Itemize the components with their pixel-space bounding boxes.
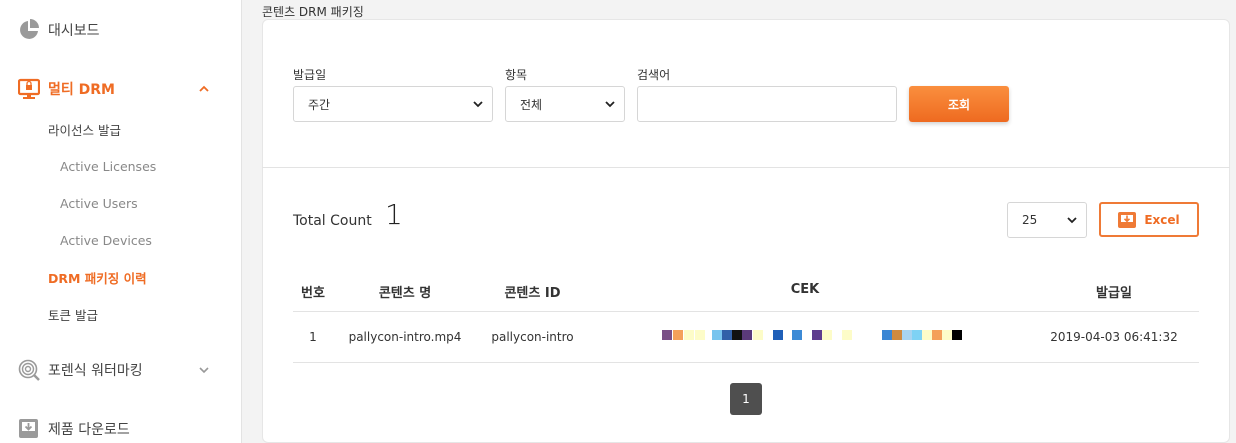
cek-mask-block xyxy=(902,330,912,340)
search-button[interactable]: 조회 xyxy=(909,86,1009,122)
sidebar-item-drm-packaging-history[interactable]: DRM 패키징 이력 xyxy=(0,263,242,291)
sidebar-item-label: 라이선스 발급 xyxy=(48,122,121,138)
chevron-down-icon xyxy=(473,101,483,108)
cek-mask-block xyxy=(912,330,922,340)
row-issued-date: 2019-04-03 06:41:32 xyxy=(1050,330,1178,344)
cek-mask-block xyxy=(662,330,672,340)
date-range-select[interactable]: 주간 xyxy=(293,86,493,122)
cek-mask-block xyxy=(892,330,902,340)
table-row-border xyxy=(293,362,1199,363)
sidebar-item-label: 멀티 DRM xyxy=(48,82,115,98)
cek-mask-block xyxy=(722,330,732,340)
chevron-down-icon xyxy=(605,101,615,108)
cek-mask-block xyxy=(792,330,802,340)
cek-mask-block xyxy=(732,330,742,340)
chevron-up-icon[interactable] xyxy=(198,83,210,95)
page-title: 콘텐츠 DRM 패키징 xyxy=(262,5,364,19)
row-number: 1 xyxy=(309,330,317,344)
excel-download-button[interactable]: Excel xyxy=(1099,202,1199,237)
item-select[interactable]: 전체 xyxy=(505,86,625,122)
sidebar: 대시보드 멀티 DRM 라이선스 발급 Active Licenses Acti… xyxy=(0,0,242,443)
pagination-page-button[interactable]: 1 xyxy=(730,383,762,415)
cek-mask-block xyxy=(922,330,932,340)
row-content-id: pallycon-intro xyxy=(491,330,574,344)
cek-mask-block xyxy=(932,330,942,340)
chevron-down-icon[interactable] xyxy=(198,364,210,376)
cek-mask-block xyxy=(753,330,763,340)
sidebar-item-label: DRM 패키징 이력 xyxy=(48,270,147,286)
cek-mask-block xyxy=(695,330,705,340)
cek-mask-block xyxy=(673,330,683,340)
sidebar-item-label: Active Devices xyxy=(60,232,152,248)
sidebar-item-active-licenses[interactable]: Active Licenses xyxy=(0,152,242,180)
cek-mask-block xyxy=(773,330,783,340)
total-count-value: 1 xyxy=(385,198,403,231)
column-header-content-name: 콘텐츠 명 xyxy=(378,286,432,301)
cek-mask-block xyxy=(952,330,962,340)
total-count-label: Total Count xyxy=(293,213,372,229)
pie-chart-icon xyxy=(20,19,39,39)
sidebar-item-label: Active Users xyxy=(60,195,138,211)
search-label: 검색어 xyxy=(637,68,671,82)
panel-divider xyxy=(262,167,1230,168)
cek-mask-block xyxy=(742,330,752,340)
date-filter-label: 발급일 xyxy=(293,68,327,82)
sidebar-item-active-devices[interactable]: Active Devices xyxy=(0,226,242,254)
cek-mask-block xyxy=(842,330,852,340)
download-box-icon xyxy=(19,419,38,438)
excel-button-label: Excel xyxy=(1144,212,1180,227)
item-value: 전체 xyxy=(520,97,543,112)
sidebar-item-token-issue[interactable]: 토큰 발급 xyxy=(0,300,242,328)
column-header-issued: 발급일 xyxy=(1096,286,1132,301)
sidebar-item-label: 토큰 발급 xyxy=(48,307,98,323)
search-input[interactable] xyxy=(637,86,897,122)
cek-mask-block xyxy=(812,330,822,340)
monitor-lock-icon xyxy=(18,78,40,99)
cek-mask-block xyxy=(822,330,832,340)
column-header-content-id: 콘텐츠 ID xyxy=(504,286,561,301)
table-header-border xyxy=(293,311,1199,312)
page-size-select[interactable]: 25 xyxy=(1007,202,1087,238)
page-size-value: 25 xyxy=(1022,213,1038,227)
item-filter-label: 항목 xyxy=(505,68,528,82)
row-content-name: pallycon-intro.mp4 xyxy=(348,330,462,344)
sidebar-item-multi-drm[interactable]: 멀티 DRM xyxy=(0,69,242,109)
fingerprint-icon xyxy=(18,359,40,381)
chevron-down-icon xyxy=(1067,217,1077,224)
cek-mask-block xyxy=(942,330,952,340)
column-header-number: 번호 xyxy=(301,286,325,301)
date-range-value: 주간 xyxy=(308,97,331,112)
sidebar-item-forensic-watermark[interactable]: 포렌식 워터마킹 xyxy=(0,350,242,390)
sidebar-item-label: 제품 다운로드 xyxy=(48,422,130,438)
sidebar-item-active-users[interactable]: Active Users xyxy=(0,189,242,217)
download-tray-icon xyxy=(1118,211,1137,228)
cek-mask-block xyxy=(684,330,694,340)
sidebar-item-license-issue[interactable]: 라이선스 발급 xyxy=(0,115,242,143)
sidebar-item-dashboard[interactable]: 대시보드 xyxy=(0,10,242,50)
sidebar-item-label: Active Licenses xyxy=(60,158,157,174)
sidebar-item-product-download[interactable]: 제품 다운로드 xyxy=(0,409,242,443)
sidebar-item-label: 대시보드 xyxy=(48,23,100,39)
cek-mask-block xyxy=(882,330,892,340)
cek-mask-block xyxy=(712,330,722,340)
column-header-cek: CEK xyxy=(790,282,820,297)
sidebar-item-label: 포렌식 워터마킹 xyxy=(48,363,143,379)
